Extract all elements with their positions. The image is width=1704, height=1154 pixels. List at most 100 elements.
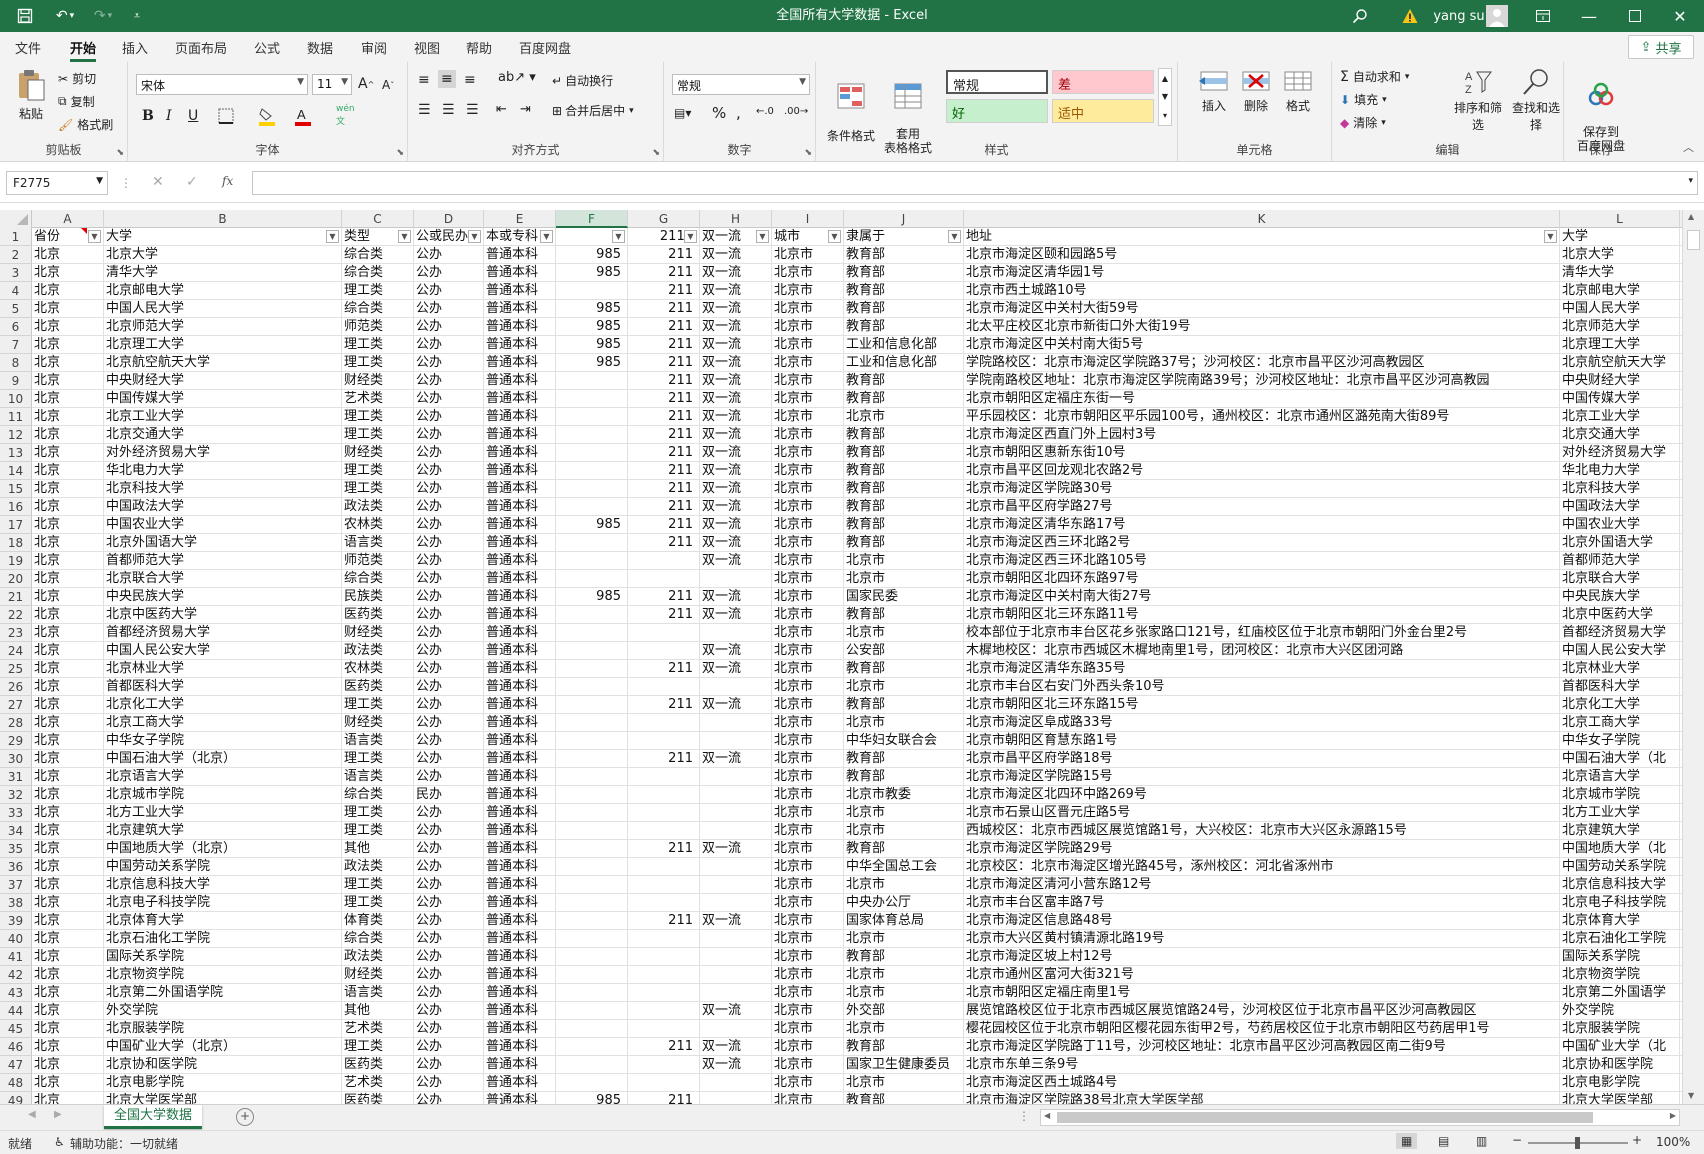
table-cell[interactable]: 北京市 xyxy=(772,948,844,966)
table-cell[interactable]: 普通本科 xyxy=(484,804,556,822)
table-cell[interactable]: 综合类 xyxy=(342,570,414,588)
header-cell[interactable]: 双一流 ▼ xyxy=(700,228,772,246)
tab-insert[interactable]: 插入 xyxy=(122,38,148,58)
column-header-j[interactable]: J xyxy=(844,210,964,228)
table-cell[interactable]: 公办 xyxy=(414,714,484,732)
table-cell[interactable]: 北京 xyxy=(32,984,104,1002)
table-cell[interactable]: 北京市 xyxy=(772,840,844,858)
table-cell[interactable]: 北京市 xyxy=(772,714,844,732)
accessibility-status[interactable]: 辅助功能：一切就绪 xyxy=(70,1135,178,1152)
table-cell[interactable]: 中国政法大学 xyxy=(104,498,342,516)
table-cell[interactable]: 教育部 xyxy=(844,426,964,444)
orientation-icon[interactable]: ab↗ ▾ xyxy=(498,70,536,85)
table-cell[interactable] xyxy=(700,1092,772,1104)
table-cell[interactable]: 综合类 xyxy=(342,786,414,804)
table-cell[interactable]: 公办 xyxy=(414,1092,484,1104)
border-button[interactable] xyxy=(218,108,234,124)
table-cell[interactable] xyxy=(628,894,700,912)
table-cell[interactable]: 教育部 xyxy=(844,444,964,462)
row-header[interactable]: 44 xyxy=(0,1002,32,1020)
table-cell[interactable] xyxy=(700,624,772,642)
table-cell[interactable] xyxy=(556,408,628,426)
table-cell[interactable]: 普通本科 xyxy=(484,984,556,1002)
table-cell[interactable]: 公办 xyxy=(414,768,484,786)
prev-sheet-icon[interactable]: ◀ xyxy=(28,1109,36,1120)
table-cell[interactable]: 公办 xyxy=(414,390,484,408)
table-cell[interactable] xyxy=(700,822,772,840)
row-header[interactable]: 33 xyxy=(0,804,32,822)
format-cells-button[interactable]: 格式 xyxy=(1278,68,1318,114)
table-cell[interactable]: 211 xyxy=(628,534,700,552)
table-cell[interactable] xyxy=(556,876,628,894)
table-cell[interactable]: 理工类 xyxy=(342,750,414,768)
row-header[interactable]: 16 xyxy=(0,498,32,516)
row-header[interactable]: 37 xyxy=(0,876,32,894)
table-cell[interactable]: 普通本科 xyxy=(484,444,556,462)
table-cell[interactable]: 双一流 xyxy=(700,750,772,768)
table-cell[interactable]: 华北电力大学 xyxy=(1560,462,1680,480)
conditional-format-button[interactable]: 条件格式 xyxy=(824,68,878,144)
table-cell[interactable] xyxy=(628,1056,700,1074)
table-cell[interactable] xyxy=(556,678,628,696)
table-cell[interactable]: 北京市通州区富河大街321号 xyxy=(964,966,1560,984)
table-cell[interactable]: 北京第二外国语学 xyxy=(1560,984,1680,1002)
tab-home[interactable]: 开始 xyxy=(70,38,97,62)
table-cell[interactable]: 北京市昌平区府学路18号 xyxy=(964,750,1560,768)
table-cell[interactable]: 财经类 xyxy=(342,714,414,732)
table-cell[interactable]: 中国传媒大学 xyxy=(104,390,342,408)
table-cell[interactable]: 北京 xyxy=(32,768,104,786)
table-cell[interactable]: 北京 xyxy=(32,246,104,264)
table-cell[interactable]: 北京市 xyxy=(772,822,844,840)
table-cell[interactable]: 医药类 xyxy=(342,1092,414,1104)
table-cell[interactable]: 普通本科 xyxy=(484,678,556,696)
row-header[interactable]: 25 xyxy=(0,660,32,678)
table-cell[interactable]: 北京第二外国语学院 xyxy=(104,984,342,1002)
table-cell[interactable]: 教育部 xyxy=(844,1092,964,1104)
table-cell[interactable]: 对外经济贸易大学 xyxy=(104,444,342,462)
next-sheet-icon[interactable]: ▶ xyxy=(54,1109,62,1120)
table-cell[interactable]: 北京市 xyxy=(772,876,844,894)
row-header[interactable]: 8 xyxy=(0,354,32,372)
table-cell[interactable] xyxy=(628,966,700,984)
row-header[interactable]: 39 xyxy=(0,912,32,930)
row-header[interactable]: 3 xyxy=(0,264,32,282)
table-cell[interactable]: 理工类 xyxy=(342,696,414,714)
table-cell[interactable]: 公办 xyxy=(414,678,484,696)
table-cell[interactable]: 理工类 xyxy=(342,876,414,894)
table-cell[interactable]: 北京 xyxy=(32,480,104,498)
table-cell[interactable] xyxy=(700,876,772,894)
table-cell[interactable]: 双一流 xyxy=(700,372,772,390)
row-header[interactable]: 10 xyxy=(0,390,32,408)
table-cell[interactable]: 普通本科 xyxy=(484,948,556,966)
table-cell[interactable]: 北京石油化工学院 xyxy=(104,930,342,948)
table-cell[interactable]: 公办 xyxy=(414,354,484,372)
table-cell[interactable]: 北京市海淀区中关村南大街5号 xyxy=(964,336,1560,354)
table-cell[interactable]: 北京市 xyxy=(844,1020,964,1038)
table-cell[interactable]: 其他 xyxy=(342,1002,414,1020)
table-cell[interactable]: 北京市海淀区清华园1号 xyxy=(964,264,1560,282)
filter-dropdown-icon[interactable]: ▼ xyxy=(612,230,625,243)
table-cell[interactable]: 北京市 xyxy=(772,444,844,462)
table-cell[interactable]: 北京市昌平区府学路27号 xyxy=(964,498,1560,516)
insert-cells-button[interactable]: 插入 xyxy=(1194,68,1234,114)
insert-function-icon[interactable]: fx xyxy=(222,174,233,188)
table-cell[interactable]: 财经类 xyxy=(342,372,414,390)
table-cell[interactable]: 985 xyxy=(556,246,628,264)
table-cell[interactable]: 北京市 xyxy=(772,570,844,588)
table-cell[interactable] xyxy=(628,714,700,732)
table-cell[interactable] xyxy=(628,552,700,570)
table-cell[interactable]: 双一流 xyxy=(700,264,772,282)
row-header[interactable]: 12 xyxy=(0,426,32,444)
table-cell[interactable]: 北京市海淀区信息路48号 xyxy=(964,912,1560,930)
row-header[interactable]: 48 xyxy=(0,1074,32,1092)
table-cell[interactable] xyxy=(556,282,628,300)
clear-button[interactable]: ◆ 清除 ▾ xyxy=(1340,114,1386,131)
table-cell[interactable]: 北京市 xyxy=(772,732,844,750)
table-cell[interactable]: 北京市海淀区清河小营东路12号 xyxy=(964,876,1560,894)
table-cell[interactable]: 北京市 xyxy=(844,984,964,1002)
increase-decimal-icon[interactable]: ←.0 xyxy=(756,106,774,117)
table-cell[interactable]: 教育部 xyxy=(844,660,964,678)
table-cell[interactable]: 北京 xyxy=(32,696,104,714)
table-cell[interactable]: 北京 xyxy=(32,930,104,948)
avatar[interactable] xyxy=(1484,0,1510,32)
